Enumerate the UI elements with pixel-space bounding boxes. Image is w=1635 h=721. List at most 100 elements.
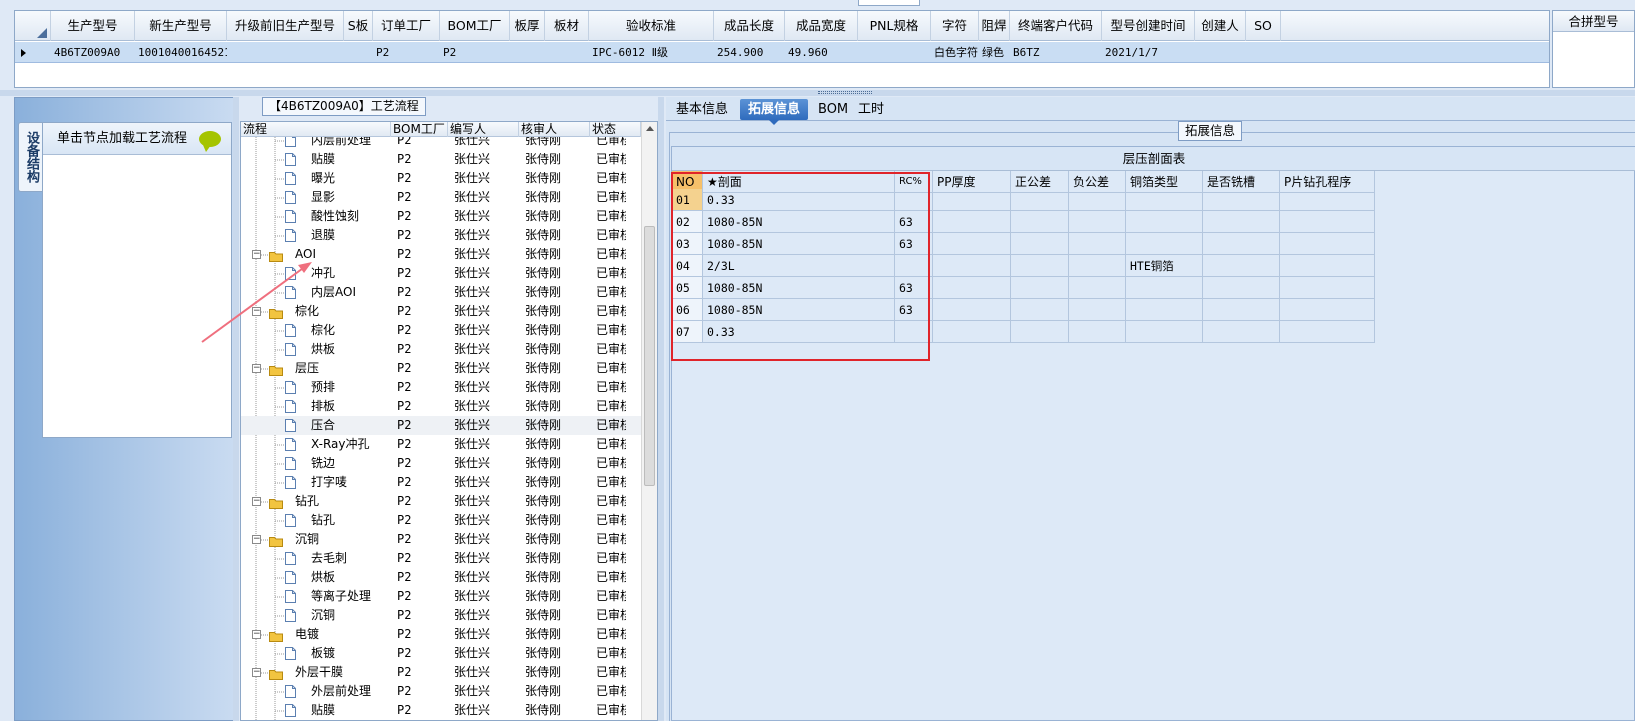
product-col-header[interactable]: 板厚 (510, 11, 545, 41)
tree-leaf-node[interactable]: 酸性蚀刻 P2 张仕兴 张侍刚 已审核 (241, 207, 641, 226)
product-col-header[interactable]: 验收标准 (589, 11, 714, 41)
tree-group-node[interactable]: − 外层干膜 P2 张仕兴 张侍刚 已审核 (241, 663, 641, 682)
tree-leaf-node[interactable]: 烘板 P2 张仕兴 张侍刚 已审核 (241, 340, 641, 359)
tree-leaf-node[interactable]: 贴膜 P2 张仕兴 张侍刚 已审核 (241, 150, 641, 169)
tree-leaf-node[interactable]: 烘板 P2 张仕兴 张侍刚 已审核 (241, 568, 641, 587)
product-cell[interactable] (227, 42, 344, 63)
process-flow-tree[interactable]: 流程 BOM工厂 编写人 核审人 状态 内层前处理P2张仕兴张侍刚已审核贴膜P2… (240, 121, 658, 721)
product-col-header[interactable]: 字符 (931, 11, 979, 41)
horizontal-splitter[interactable] (0, 90, 1635, 96)
tab-extended-info[interactable]: 拓展信息 (740, 99, 809, 125)
lamination-cell[interactable] (933, 233, 1011, 255)
lamination-cell[interactable] (1011, 233, 1069, 255)
lamination-cell[interactable] (1011, 277, 1069, 299)
product-cell[interactable] (858, 42, 931, 63)
lamination-cell[interactable] (1280, 255, 1375, 277)
tree-leaf-node[interactable]: 内层AOI P2 张仕兴 张侍刚 已审核 (241, 283, 641, 302)
lamination-cell[interactable] (1011, 299, 1069, 321)
lamination-cell[interactable] (1126, 321, 1203, 343)
middle-splitter[interactable] (658, 97, 664, 721)
lamination-cell[interactable] (1203, 321, 1280, 343)
lamination-cell[interactable] (1069, 211, 1126, 233)
lamination-cell[interactable] (933, 211, 1011, 233)
tree-group-node[interactable]: − 沉铜 P2 张仕兴 张侍刚 已审核 (241, 530, 641, 549)
equipment-structure-tab[interactable]: 设备结构 (18, 122, 42, 192)
tab-basic-info[interactable]: 基本信息 (668, 99, 736, 120)
lamination-cell[interactable] (1203, 233, 1280, 255)
tree-group-node[interactable]: − AOI P2 张仕兴 张侍刚 已审核 (241, 245, 641, 264)
lamination-cell[interactable] (1011, 211, 1069, 233)
tree-leaf-node[interactable]: 铣边 P2 张仕兴 张侍刚 已审核 (241, 454, 641, 473)
tab-work-hours[interactable]: 工时 (850, 99, 892, 120)
collapse-toggle-icon[interactable]: − (252, 535, 261, 544)
lamination-cell[interactable] (933, 321, 1011, 343)
product-col-header[interactable]: SO (1246, 11, 1281, 41)
lamination-cell[interactable] (1126, 189, 1203, 211)
tree-leaf-node[interactable]: 去毛刺 P2 张仕兴 张侍刚 已审核 (241, 549, 641, 568)
tree-group-node[interactable]: − 层压 P2 张仕兴 张侍刚 已审核 (241, 359, 641, 378)
tree-col-factory[interactable]: BOM工厂 (391, 122, 448, 137)
lamination-cell[interactable] (933, 277, 1011, 299)
product-cell[interactable]: B6TZ (1010, 42, 1102, 63)
lamination-cell[interactable] (1069, 189, 1126, 211)
lamination-cell[interactable] (1069, 321, 1126, 343)
product-col-header[interactable]: 生产型号 (51, 11, 135, 41)
collapse-toggle-icon[interactable]: − (252, 250, 261, 259)
product-col-header[interactable]: 创建人 (1195, 11, 1246, 41)
lamination-cell[interactable] (1203, 277, 1280, 299)
collapse-toggle-icon[interactable]: − (252, 668, 261, 677)
lamination-cell[interactable] (1203, 189, 1280, 211)
tree-leaf-node[interactable]: 外层前处理 P2 张仕兴 张侍刚 已审核 (241, 682, 641, 701)
scroll-up-arrow-icon[interactable] (646, 126, 654, 131)
tree-leaf-node[interactable]: 冲孔 P2 张仕兴 张侍刚 已审核 (241, 264, 641, 283)
product-cell[interactable]: 10010400164521 (135, 42, 227, 63)
tree-leaf-node[interactable]: 预排 P2 张仕兴 张侍刚 已审核 (241, 378, 641, 397)
product-col-header[interactable]: 成品长度 (714, 11, 785, 41)
product-col-header[interactable]: 阻焊 (979, 11, 1010, 41)
product-cell[interactable]: IPC-6012 Ⅱ级 (589, 42, 714, 63)
product-col-header[interactable]: 升级前旧生产型号 (227, 11, 344, 41)
tree-leaf-node[interactable]: 显影 P2 张仕兴 张侍刚 已审核 (241, 188, 641, 207)
left-splitter[interactable] (233, 97, 239, 721)
lamination-cell[interactable] (1280, 189, 1375, 211)
tree-col-flow[interactable]: 流程 (241, 122, 391, 137)
product-col-header[interactable]: 型号创建时间 (1102, 11, 1195, 41)
collapse-toggle-icon[interactable]: − (252, 364, 261, 373)
tree-leaf-node[interactable]: X-Ray冲孔 P2 张仕兴 张侍刚 已审核 (241, 435, 641, 454)
tree-col-status[interactable]: 状态 (590, 122, 641, 137)
tree-leaf-node[interactable]: 等离子处理 P2 张仕兴 张侍刚 已审核 (241, 587, 641, 606)
tree-leaf-node[interactable]: 内层前处理 P2 张仕兴 张侍刚 已审核 (241, 137, 641, 150)
product-col-header[interactable]: 订单工厂 (373, 11, 440, 41)
lamination-cell[interactable] (1280, 277, 1375, 299)
product-cell[interactable]: P2 (440, 42, 510, 63)
product-col-header[interactable]: S板 (344, 11, 373, 41)
lamination-cell[interactable] (1126, 277, 1203, 299)
tree-group-node[interactable]: − 棕化 P2 张仕兴 张侍刚 已审核 (241, 302, 641, 321)
product-cell[interactable]: 绿色 (979, 42, 1010, 63)
lamination-cell[interactable] (933, 255, 1011, 277)
collapse-toggle-icon[interactable]: − (252, 497, 261, 506)
tree-group-node[interactable]: − 钻孔 P2 张仕兴 张侍刚 已审核 (241, 492, 641, 511)
product-grid[interactable]: 生产型号 新生产型号 升级前旧生产型号 S板 订单工厂 BOM工厂 板厚 板材 验收标准 成品长度… (14, 10, 1550, 88)
product-cell[interactable]: 白色字符 (931, 42, 979, 63)
lamination-cell[interactable] (1126, 211, 1203, 233)
product-col-header[interactable]: 终端客户代码 (1010, 11, 1102, 41)
product-cell[interactable]: 254.900 (714, 42, 785, 63)
lamination-cell[interactable] (1011, 255, 1069, 277)
product-col-header[interactable]: 新生产型号 (135, 11, 227, 41)
tree-scroll-thumb[interactable] (644, 226, 655, 486)
lamination-cell[interactable] (933, 299, 1011, 321)
product-cell[interactable] (545, 42, 589, 63)
lamination-cell[interactable] (1280, 299, 1375, 321)
product-cell[interactable]: 49.960 (785, 42, 858, 63)
product-col-header[interactable]: 板材 (545, 11, 589, 41)
product-grid-row[interactable]: 4B6TZ009A0 10010400164521 P2 P2 IPC-6012 Ⅱ级 2… (15, 42, 1549, 63)
tree-leaf-node[interactable]: 板镀 P2 张仕兴 张侍刚 已审核 (241, 644, 641, 663)
lamination-cell[interactable] (1069, 255, 1126, 277)
tree-leaf-node[interactable]: 压合 P2 张仕兴 张侍刚 已审核 (241, 416, 641, 435)
splitter-grip[interactable] (818, 91, 872, 94)
tree-leaf-node[interactable]: 打字唛 P2 张仕兴 张侍刚 已审核 (241, 473, 641, 492)
product-col-header[interactable]: 成品宽度 (785, 11, 858, 41)
lamination-cell[interactable] (1280, 321, 1375, 343)
tree-leaf-node[interactable]: 排板 P2 张仕兴 张侍刚 已审核 (241, 397, 641, 416)
